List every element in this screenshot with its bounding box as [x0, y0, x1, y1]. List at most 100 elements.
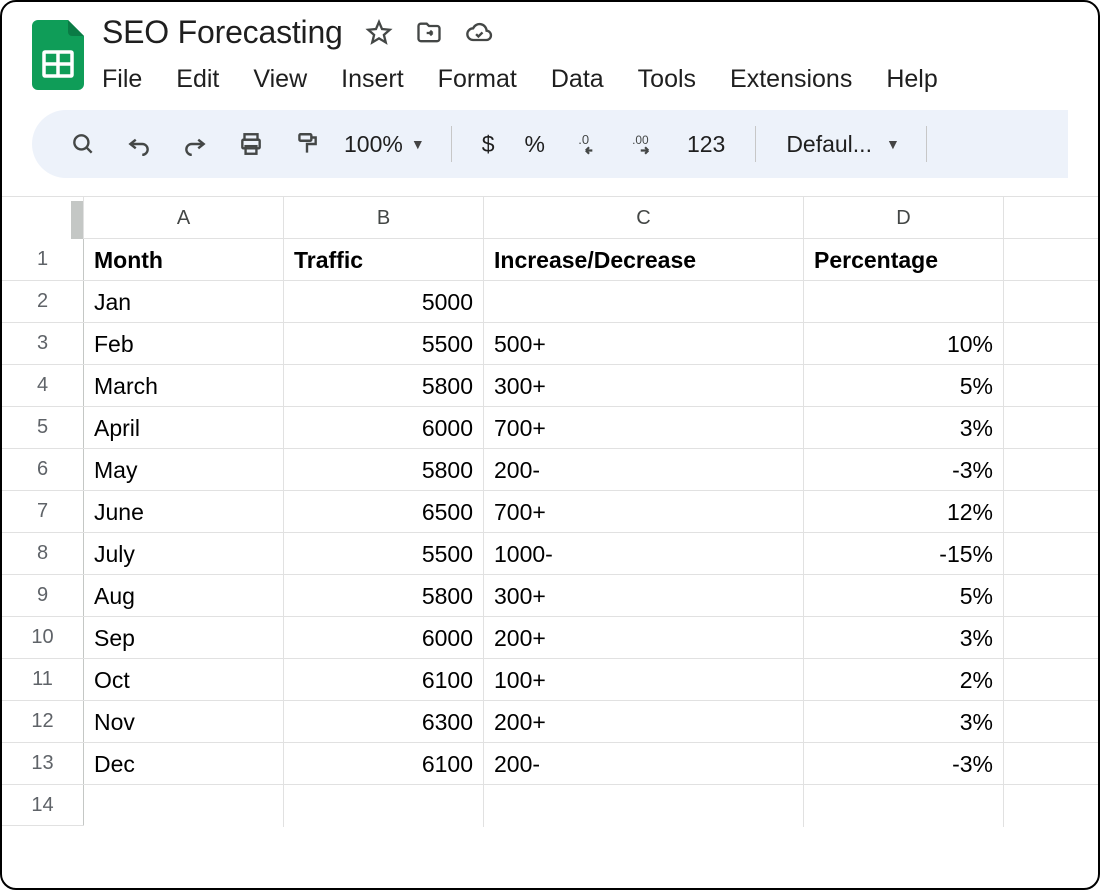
- currency-button[interactable]: $: [472, 131, 505, 158]
- cloud-status-icon[interactable]: [465, 19, 493, 47]
- cell[interactable]: Percentage: [804, 239, 1004, 281]
- row-header[interactable]: 12: [2, 701, 84, 742]
- star-icon[interactable]: [365, 19, 393, 47]
- cell[interactable]: 2%: [804, 659, 1004, 701]
- cell[interactable]: 6100: [284, 659, 484, 701]
- cell[interactable]: [1004, 533, 1098, 575]
- cell[interactable]: Increase/Decrease: [484, 239, 804, 281]
- font-dropdown[interactable]: Defaul... ▼: [776, 131, 906, 158]
- percent-button[interactable]: %: [514, 131, 554, 158]
- cell[interactable]: 5800: [284, 575, 484, 617]
- row-header[interactable]: 6: [2, 449, 84, 490]
- menu-data[interactable]: Data: [551, 65, 604, 94]
- cell[interactable]: June: [84, 491, 284, 533]
- cell[interactable]: 300+: [484, 365, 804, 407]
- cell[interactable]: 5500: [284, 533, 484, 575]
- cell[interactable]: 5000: [284, 281, 484, 323]
- cell[interactable]: April: [84, 407, 284, 449]
- col-header-E[interactable]: [1004, 197, 1098, 239]
- cell[interactable]: 3%: [804, 617, 1004, 659]
- cell[interactable]: 5%: [804, 365, 1004, 407]
- cell[interactable]: July: [84, 533, 284, 575]
- row-header[interactable]: 1: [2, 239, 84, 280]
- cell[interactable]: -3%: [804, 449, 1004, 491]
- row-header[interactable]: 3: [2, 323, 84, 364]
- cell[interactable]: 700+: [484, 491, 804, 533]
- cell[interactable]: Month: [84, 239, 284, 281]
- doc-title[interactable]: SEO Forecasting: [102, 14, 343, 51]
- zoom-dropdown[interactable]: 100% ▼: [340, 131, 431, 158]
- cell[interactable]: [84, 785, 284, 827]
- cell[interactable]: [1004, 575, 1098, 617]
- cell[interactable]: Aug: [84, 575, 284, 617]
- cell[interactable]: 5800: [284, 449, 484, 491]
- increase-decimal-icon[interactable]: .00: [621, 121, 667, 167]
- cell[interactable]: Jan: [84, 281, 284, 323]
- cell[interactable]: Oct: [84, 659, 284, 701]
- cell[interactable]: [1004, 407, 1098, 449]
- menu-format[interactable]: Format: [438, 65, 517, 94]
- menu-tools[interactable]: Tools: [638, 65, 696, 94]
- cell[interactable]: May: [84, 449, 284, 491]
- cell[interactable]: -15%: [804, 533, 1004, 575]
- menu-help[interactable]: Help: [886, 65, 937, 94]
- row-header[interactable]: 14: [2, 785, 84, 825]
- cell[interactable]: 3%: [804, 407, 1004, 449]
- menu-insert[interactable]: Insert: [341, 65, 404, 94]
- cell[interactable]: [484, 785, 804, 827]
- row-header[interactable]: 7: [2, 491, 84, 532]
- col-header-B[interactable]: B: [284, 197, 484, 239]
- number-format-button[interactable]: 123: [677, 131, 735, 158]
- print-icon[interactable]: [228, 121, 274, 167]
- cell[interactable]: 300+: [484, 575, 804, 617]
- cell[interactable]: 5800: [284, 365, 484, 407]
- decrease-decimal-icon[interactable]: .0: [565, 121, 611, 167]
- row-header[interactable]: 11: [2, 659, 84, 700]
- cell[interactable]: 700+: [484, 407, 804, 449]
- col-header-C[interactable]: C: [484, 197, 804, 239]
- cell[interactable]: [1004, 449, 1098, 491]
- cell[interactable]: 6500: [284, 491, 484, 533]
- cell[interactable]: 200-: [484, 449, 804, 491]
- cell[interactable]: Nov: [84, 701, 284, 743]
- cell[interactable]: 200+: [484, 701, 804, 743]
- cell[interactable]: [804, 785, 1004, 827]
- paint-format-icon[interactable]: [284, 121, 330, 167]
- menu-extensions[interactable]: Extensions: [730, 65, 852, 94]
- cell[interactable]: [1004, 281, 1098, 323]
- menu-edit[interactable]: Edit: [176, 65, 219, 94]
- cell[interactable]: March: [84, 365, 284, 407]
- row-header[interactable]: 4: [2, 365, 84, 406]
- col-header-D[interactable]: D: [804, 197, 1004, 239]
- cell[interactable]: 6000: [284, 407, 484, 449]
- cell[interactable]: Traffic: [284, 239, 484, 281]
- cell[interactable]: 3%: [804, 701, 1004, 743]
- row-header[interactable]: 9: [2, 575, 84, 616]
- cell[interactable]: [1004, 701, 1098, 743]
- cell[interactable]: 12%: [804, 491, 1004, 533]
- row-header[interactable]: 8: [2, 533, 84, 574]
- row-header[interactable]: 5: [2, 407, 84, 448]
- cell[interactable]: [1004, 239, 1098, 281]
- cell[interactable]: 6100: [284, 743, 484, 785]
- cell[interactable]: 5%: [804, 575, 1004, 617]
- redo-icon[interactable]: [172, 121, 218, 167]
- cell[interactable]: [1004, 743, 1098, 785]
- cell[interactable]: -3%: [804, 743, 1004, 785]
- cell[interactable]: 200+: [484, 617, 804, 659]
- search-icon[interactable]: [60, 121, 106, 167]
- cell[interactable]: Dec: [84, 743, 284, 785]
- menu-view[interactable]: View: [253, 65, 307, 94]
- cell[interactable]: 200-: [484, 743, 804, 785]
- row-header[interactable]: 2: [2, 281, 84, 322]
- select-all-corner[interactable]: [2, 197, 84, 239]
- cell[interactable]: 6000: [284, 617, 484, 659]
- cell[interactable]: Sep: [84, 617, 284, 659]
- cell[interactable]: [1004, 323, 1098, 365]
- cell[interactable]: 100+: [484, 659, 804, 701]
- move-folder-icon[interactable]: [415, 19, 443, 47]
- cell[interactable]: 500+: [484, 323, 804, 365]
- cell[interactable]: 10%: [804, 323, 1004, 365]
- cell[interactable]: [1004, 617, 1098, 659]
- cell[interactable]: [1004, 785, 1098, 827]
